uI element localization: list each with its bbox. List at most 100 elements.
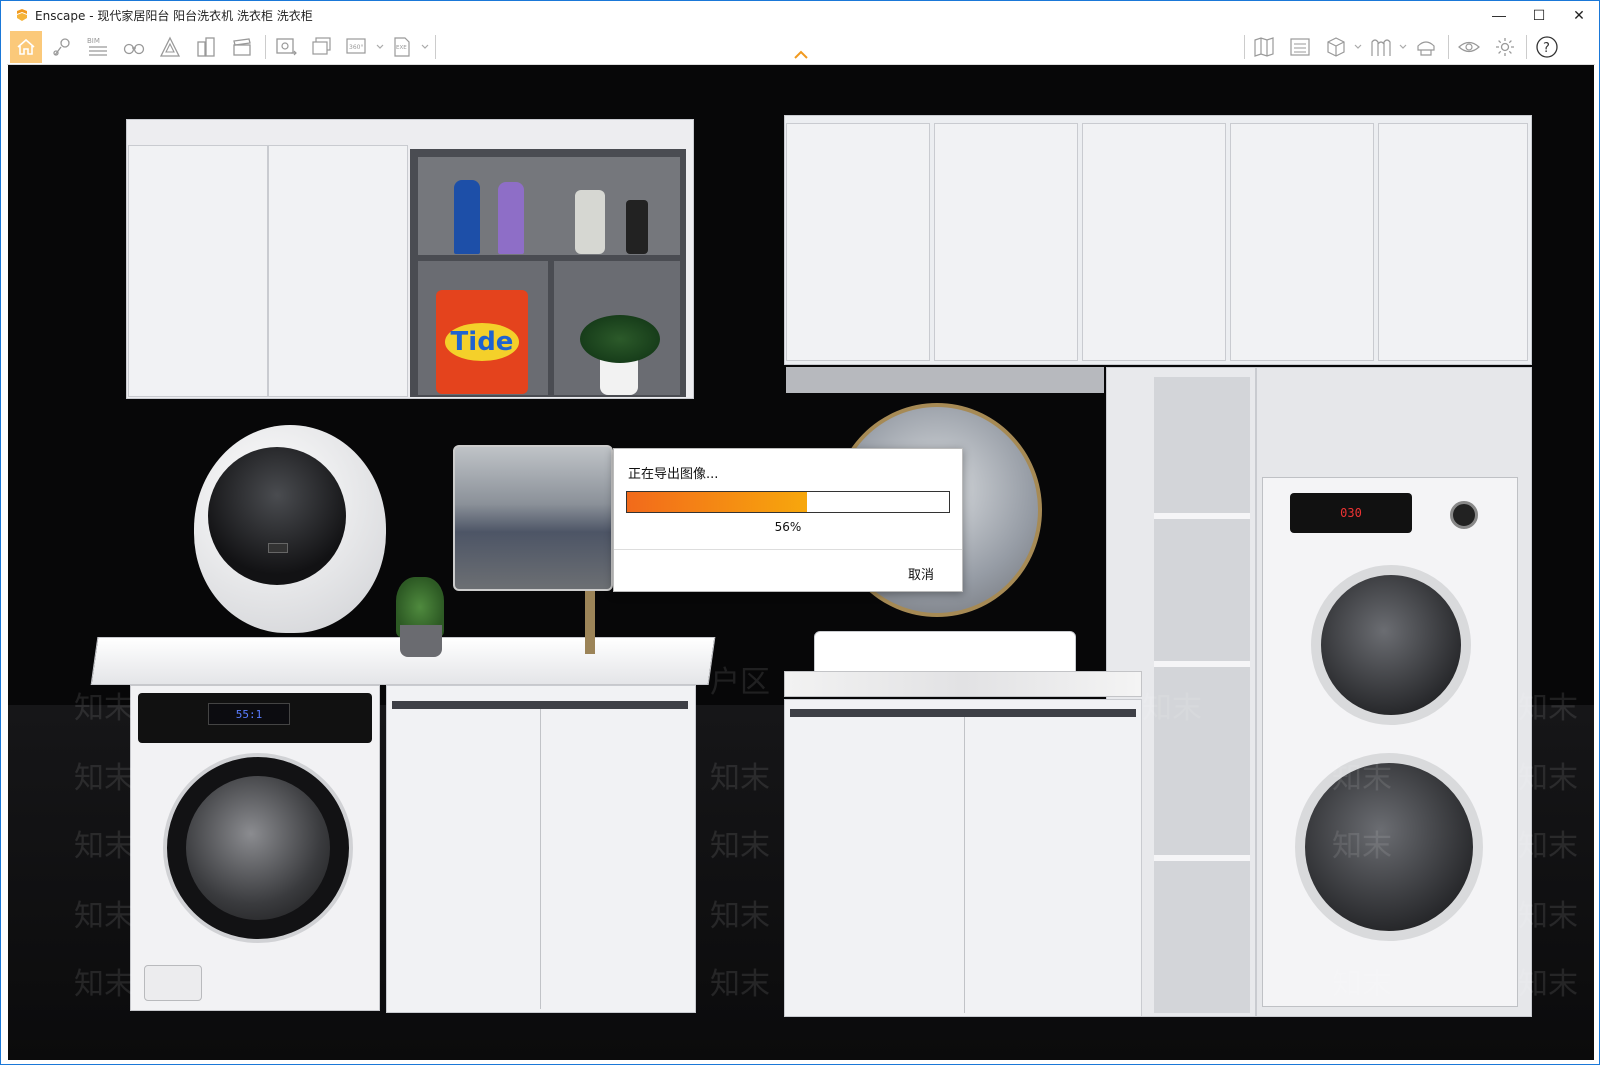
panorama-button[interactable]: 360°: [342, 31, 374, 63]
washer-door: [1295, 753, 1483, 941]
batch-render-button[interactable]: [306, 31, 338, 63]
cancel-button[interactable]: 取消: [908, 564, 934, 583]
softener-bottle: [498, 182, 524, 254]
title-bar: Enscape - 现代家居阳台 阳台洗衣机 洗衣柜 洗衣柜 — ☐ ✕: [1, 1, 1599, 29]
batch-render-icon: [312, 37, 331, 55]
cabinet-door: [1082, 123, 1226, 361]
soap-bottle: [626, 200, 648, 254]
help-button[interactable]: ?: [1531, 31, 1563, 63]
spray-bottle: [575, 190, 605, 254]
panorama-360-icon: 360°: [346, 38, 366, 54]
asset-library-button[interactable]: [1365, 31, 1397, 63]
vr-headset-button[interactable]: [1410, 31, 1442, 63]
tower-dial-knob: [1450, 501, 1478, 529]
bim-button[interactable]: BIM: [82, 31, 114, 63]
binoculars-icon: [123, 43, 145, 55]
left-base-cabinet: [386, 685, 696, 1013]
eye-icon: [1458, 41, 1480, 53]
cabinet-door: [1378, 123, 1528, 361]
door-split: [540, 709, 541, 1009]
toolbar-separator: [1448, 35, 1449, 59]
svg-text:360°: 360°: [349, 44, 363, 51]
shelf-board: [1154, 855, 1250, 861]
close-button[interactable]: ✕: [1559, 1, 1599, 29]
potted-plant: [580, 315, 660, 363]
washer-display: 55:1: [235, 707, 263, 721]
minimize-button[interactable]: —: [1479, 1, 1519, 29]
orbit-button[interactable]: [46, 31, 78, 63]
chevron-down-icon[interactable]: [1354, 43, 1362, 51]
visual-settings-button[interactable]: [1453, 31, 1485, 63]
svg-text:EXE: EXE: [396, 45, 407, 51]
clapper-icon: [233, 38, 251, 56]
cube-view-icon: [1327, 37, 1345, 57]
detergent-bottle: [454, 180, 480, 254]
marble-countertop: [784, 671, 1142, 697]
export-exe-button[interactable]: EXE: [387, 31, 419, 63]
shelf-column: [1154, 377, 1250, 1013]
dialog-title: 正在导出图像...: [628, 467, 719, 482]
views-button[interactable]: [1320, 31, 1352, 63]
maximize-button[interactable]: ☐: [1519, 1, 1559, 29]
export-preview-thumbnail: [453, 445, 613, 591]
window-title: Enscape - 现代家居阳台 阳台洗衣机 洗衣柜 洗衣柜: [35, 8, 313, 23]
orbit-icon: [53, 38, 70, 56]
cabinet-door: [128, 145, 268, 397]
cabinet-door: [268, 145, 408, 397]
home-button[interactable]: [10, 31, 42, 63]
tide-box: Tide: [436, 290, 528, 394]
dialog-divider: [614, 549, 962, 550]
enscape-logo-icon: [15, 8, 29, 22]
washer-display-frame: 55:1: [208, 703, 290, 725]
chevron-down-icon[interactable]: [1399, 43, 1407, 51]
right-base-cabinet: [784, 699, 1142, 1017]
app-window: Enscape - 现代家居阳台 阳台洗衣机 洗衣柜 洗衣柜 — ☐ ✕ BIM: [0, 0, 1600, 1065]
door-split: [964, 717, 965, 1013]
toolbar-separator: [435, 35, 436, 59]
shelf-board: [1154, 513, 1250, 519]
cactus-pot: [400, 625, 442, 657]
svg-text:?: ?: [1543, 41, 1550, 56]
cabinet-handle-strip: [790, 709, 1136, 717]
washer-door-glass: [186, 776, 330, 920]
screenshot-icon: [276, 38, 297, 56]
tide-brand-label: Tide: [444, 323, 520, 361]
dryer-door: [1311, 565, 1471, 725]
export-progress-dialog: 正在导出图像... 56% 取消: [613, 448, 963, 592]
toolbar-separator: [265, 35, 266, 59]
media-button[interactable]: [1284, 31, 1316, 63]
buildings-icon: [197, 37, 215, 57]
help-icon: ?: [1536, 36, 1558, 58]
collapse-toolbar-icon[interactable]: [793, 49, 809, 61]
cabinet-door: [934, 123, 1078, 361]
tower-control-panel: 030: [1290, 493, 1412, 533]
library-icon: [1371, 39, 1391, 56]
map-icon: [1254, 37, 1274, 57]
progress-percent: 56%: [774, 520, 802, 534]
toolbar-separator: [1244, 35, 1245, 59]
settings-icon: [1496, 38, 1514, 56]
atlas-button[interactable]: [154, 31, 186, 63]
bim-icon: BIM: [87, 37, 107, 56]
watermark: 户区: [710, 665, 770, 700]
cabinet-door: [1230, 123, 1374, 361]
mini-washer-display: [268, 543, 288, 553]
hat-icon: [1417, 41, 1435, 56]
svg-text:BIM: BIM: [87, 37, 100, 45]
map-button[interactable]: [1248, 31, 1280, 63]
walk-mode-button[interactable]: [118, 31, 150, 63]
buildings-button[interactable]: [190, 31, 222, 63]
export-progress-fill: [627, 492, 808, 512]
export-exe-icon: EXE: [394, 37, 410, 57]
settings-button[interactable]: [1489, 31, 1521, 63]
cabinet-door: [786, 123, 930, 361]
media-icon: [1290, 38, 1310, 56]
screenshot-button[interactable]: [270, 31, 302, 63]
chevron-down-icon[interactable]: [421, 43, 429, 51]
window-controls: — ☐ ✕: [1479, 1, 1599, 29]
cabinet-handle-strip: [392, 701, 688, 709]
video-editor-button[interactable]: [226, 31, 258, 63]
toolbar-separator: [1526, 35, 1527, 59]
chevron-down-icon[interactable]: [376, 43, 384, 51]
tower-display: 030: [1340, 506, 1362, 520]
